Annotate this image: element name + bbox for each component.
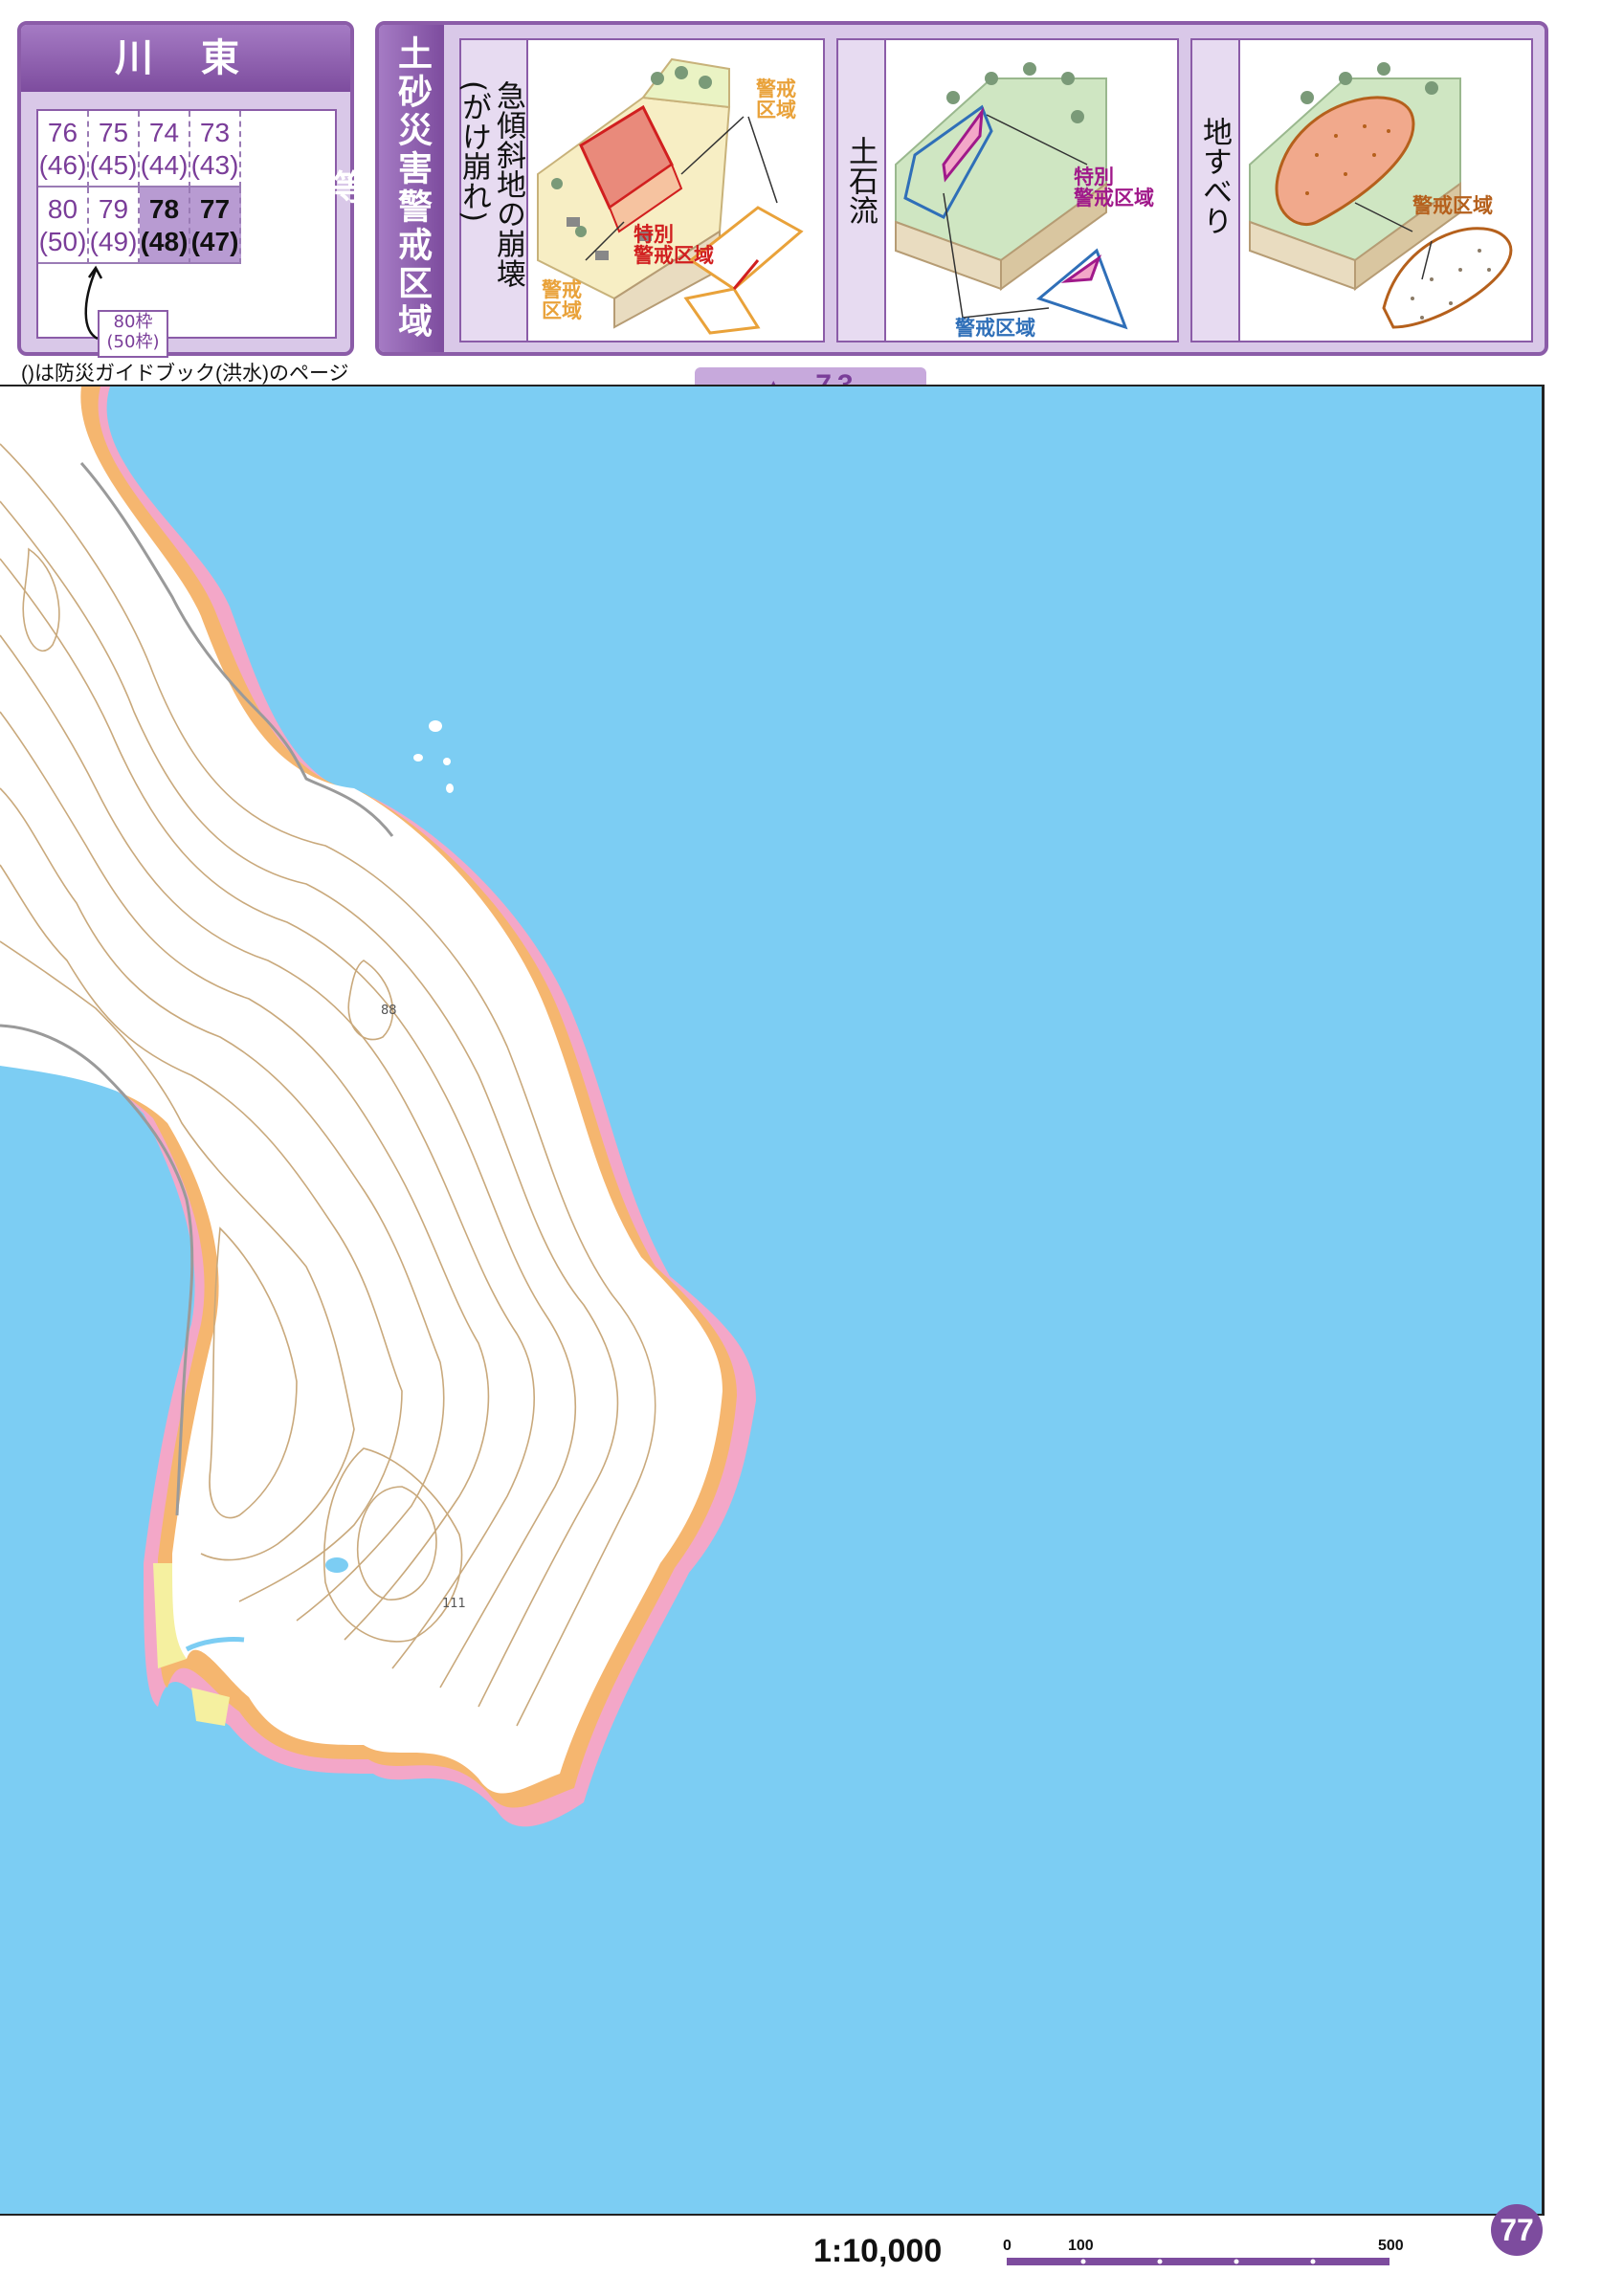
scale-bar: 0 100 500 — [1003, 2238, 1404, 2265]
scale-tick-0: 0 — [1003, 2238, 1012, 2254]
legend-cliff-warning-a-2: 区域 — [756, 99, 796, 121]
index-cell-79[interactable]: 79 (49) — [89, 188, 140, 264]
frame-legend-key: 80枠 (50枠) — [98, 310, 168, 358]
elevation-label-111: 111 — [442, 1597, 466, 1611]
index-cell-flood-page: (45) — [89, 150, 138, 180]
legend-item-debris-flow: 土石流 特別 警戒区域 警戒区域 — [836, 38, 1179, 342]
legend-debris-special-2: 警戒区域 — [1073, 187, 1154, 210]
legend-cliff-special-1: 特別 — [634, 223, 674, 246]
frame-key-main: 80枠 — [113, 312, 153, 332]
legend-cliff-warning-b-1: 警戒 — [541, 278, 582, 301]
landslide-illustration: 警戒区域 — [1249, 62, 1513, 329]
index-cell-flood-page: (44) — [140, 150, 189, 180]
page-number-badge: 77 — [1491, 2204, 1543, 2256]
index-cell-80[interactable]: 80 (50) — [38, 188, 89, 264]
legend-cliff-warning-a-1: 警戒 — [755, 77, 796, 100]
legend-item-landslide: 地すべり 警戒区域 — [1190, 38, 1533, 342]
hazard-legend: 土砂災害警戒区域等 急傾斜地の崩壊 (がけ崩れ) 警戒 区域 特別 警戒区域 警… — [327, 21, 1548, 356]
legend-label-cliff-line2: (がけ崩れ) — [456, 80, 491, 223]
legend-debris-special-1: 特別 — [1074, 166, 1114, 188]
index-cell-flood-page: (46) — [38, 150, 87, 180]
index-cell-flood-page: (49) — [89, 227, 138, 256]
index-cell-73[interactable]: 73 (43) — [190, 111, 241, 188]
index-cell-page: 73 — [199, 118, 231, 147]
index-cell-page: 76 — [47, 118, 78, 147]
index-cell-flood-page: (43) — [190, 150, 239, 180]
index-cell-flood-page: (50) — [38, 227, 87, 256]
cliff-collapse-illustration: 警戒 区域 特別 警戒区域 警戒 区域 — [537, 57, 804, 335]
frame-key-sub: (50枠) — [106, 332, 160, 352]
index-cell-page: 80 — [47, 194, 78, 224]
map-area[interactable]: 88 111 — [0, 385, 1545, 2216]
legend-cliff-warning-b-2: 区域 — [542, 299, 582, 322]
index-cell-page: 77 — [199, 194, 231, 224]
index-grid: 76 (46) 75 (45) 74 (44) 73 (43) 80 (50) 79 (49) 78 (4… — [36, 109, 337, 358]
hazard-legend-title: 土砂災害警戒区域等 — [327, 25, 444, 352]
index-cell-page: 74 — [148, 118, 180, 147]
legend-label-cliff: 急傾斜地の崩壊 (がけ崩れ) — [456, 40, 528, 341]
debris-flow-illustration: 特別 警戒区域 警戒区域 — [895, 62, 1154, 340]
scale-ratio: 1:10,000 — [813, 2233, 943, 2269]
index-cell-flood-page: (47) — [190, 227, 239, 256]
legend-label-debris: 土石流 — [838, 40, 886, 341]
elevation-label-88: 88 — [381, 1004, 397, 1018]
legend-item-cliff-collapse: 急傾斜地の崩壊 (がけ崩れ) 警戒 区域 特別 警戒区域 警戒 区域 — [456, 38, 825, 342]
index-cell-77[interactable]: 77 (47) — [190, 188, 241, 264]
index-cell-page: 79 — [98, 194, 129, 224]
scale-tick-100: 100 — [1068, 2238, 1094, 2254]
index-cell-76[interactable]: 76 (46) — [38, 111, 89, 188]
hazard-map: 88 111 — [0, 386, 1542, 2214]
legend-label-cliff-line1: 急傾斜地の崩壊 — [491, 80, 525, 288]
legend-landslide-warning: 警戒区域 — [1412, 194, 1493, 217]
index-cell-page: 78 — [148, 194, 180, 224]
scale-tick-500: 500 — [1378, 2238, 1404, 2254]
index-title: 川 東 — [21, 25, 350, 92]
index-cell-flood-page: (48) — [140, 227, 189, 256]
index-cell-page: 75 — [98, 118, 129, 147]
index-cell-78[interactable]: 78 (48) — [140, 188, 190, 264]
legend-debris-warning: 警戒区域 — [954, 317, 1035, 340]
index-panel: 川 東 76 (46) 75 (45) 74 (44) 73 (43) 80 (50) 79 (49)… — [17, 21, 354, 358]
legend-cliff-special-2: 警戒区域 — [633, 244, 714, 267]
index-cell-74[interactable]: 74 (44) — [140, 111, 190, 188]
legend-label-landslide: 地すべり — [1192, 40, 1240, 341]
index-note: ()は防災ガイドブック(洪水)のページ — [21, 363, 349, 385]
index-cell-75[interactable]: 75 (45) — [89, 111, 140, 188]
